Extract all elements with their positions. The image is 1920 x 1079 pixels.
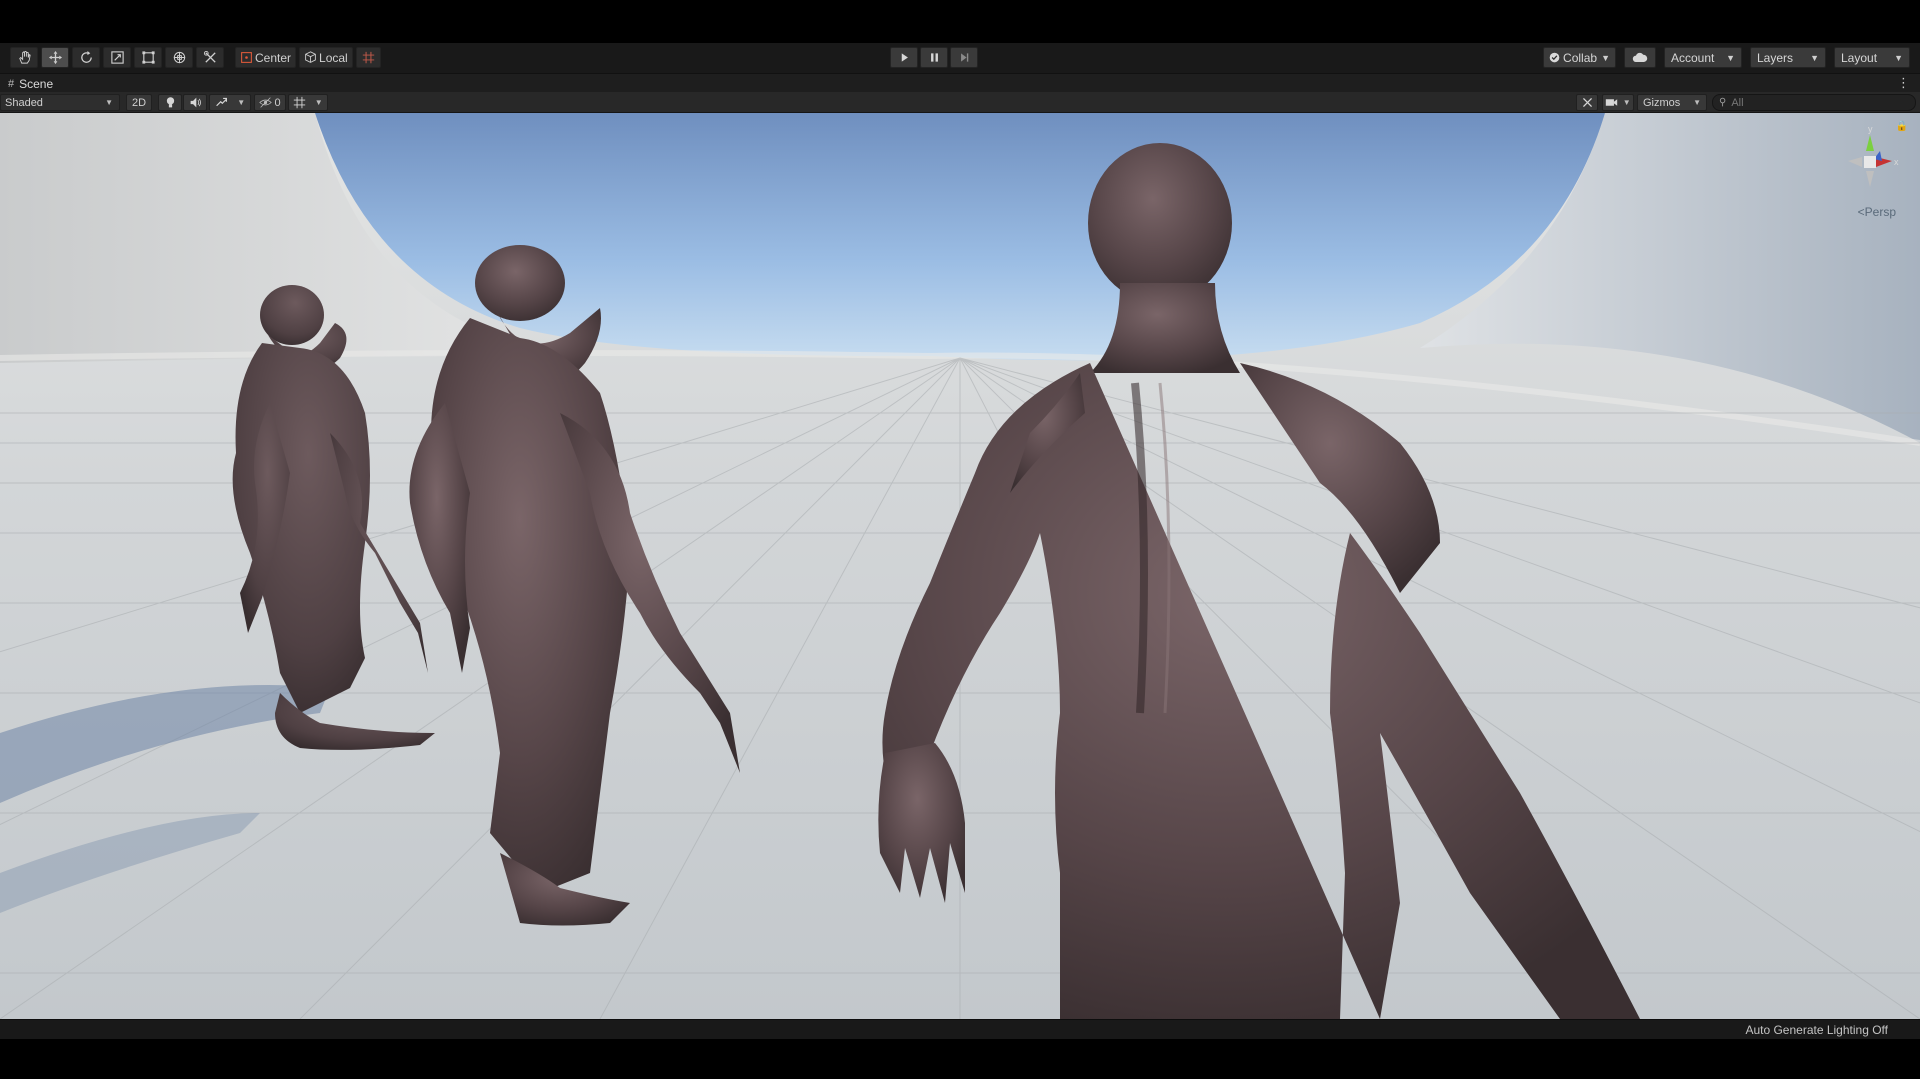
cloud-button[interactable]: [1624, 47, 1656, 68]
effects-icon: [215, 97, 227, 107]
chevron-down-icon: ▼: [1810, 52, 1819, 63]
gizmo-x-label: x: [1894, 157, 1899, 167]
chevron-down-icon: ▼: [1894, 52, 1903, 63]
pause-button[interactable]: [920, 47, 948, 68]
orientation-gizmo[interactable]: y x: [1830, 121, 1910, 213]
scene-render: [0, 113, 1920, 1019]
gizmos-dropdown[interactable]: Gizmos ▼: [1637, 94, 1707, 111]
rotate-tool-icon: [80, 50, 92, 63]
search-placeholder: All: [1731, 96, 1744, 109]
collab-check-icon: [1549, 52, 1560, 63]
tab-scene[interactable]: # Scene: [8, 75, 53, 92]
scene-viewport[interactable]: y x 🔒 <Persp: [0, 113, 1920, 1019]
rotate-tool-button[interactable]: [72, 47, 100, 68]
scene-search-input[interactable]: ⚲ All: [1712, 94, 1916, 111]
scale-tool-button[interactable]: [103, 47, 131, 68]
account-dropdown[interactable]: Account ▼: [1664, 47, 1742, 68]
play-button[interactable]: [890, 47, 918, 68]
scale-tool-icon: [110, 51, 124, 64]
layers-label: Layers: [1757, 50, 1794, 65]
audio-toggle[interactable]: [183, 94, 207, 111]
layers-dropdown[interactable]: Layers ▼: [1750, 47, 1826, 68]
draw-mode-label: Shaded: [5, 96, 43, 109]
main-toolbar: Center Local Collab ▼ Account ▼ Layers ▼…: [0, 43, 1920, 73]
move-tool-icon: [48, 50, 62, 65]
lighting-toggle[interactable]: [158, 94, 182, 111]
move-tool-button[interactable]: [41, 47, 69, 68]
custom-tool-icon: [203, 50, 216, 63]
collab-label: Collab: [1563, 50, 1598, 65]
persp-chevron-icon: <: [1857, 205, 1865, 219]
chevron-down-icon: ▼: [1693, 98, 1701, 107]
camera-dropdown[interactable]: ▼: [1602, 94, 1634, 111]
lighting-status[interactable]: Auto Generate Lighting Off: [1745, 1023, 1888, 1037]
draw-mode-dropdown[interactable]: Shaded ▼: [0, 94, 120, 111]
toggle-2d-label: 2D: [131, 96, 147, 109]
scene-view-toolbar: Shaded ▼ 2D ▼ 0 ▼ ▼ Gizmos ▼ ⚲ All: [0, 92, 1920, 113]
local-cube-icon: [305, 51, 316, 63]
tools-settings-button[interactable]: [1576, 94, 1598, 111]
tools-icon: [1582, 97, 1592, 108]
hidden-count: 0: [274, 96, 281, 109]
pivot-mode-toggle[interactable]: Center: [235, 47, 297, 68]
toggle-2d-button[interactable]: 2D: [126, 94, 152, 111]
play-icon: [901, 53, 908, 62]
step-button[interactable]: [950, 47, 978, 68]
layout-dropdown[interactable]: Layout ▼: [1834, 47, 1910, 68]
rect-tool-icon: [141, 51, 155, 64]
chevron-down-icon: ▼: [1601, 52, 1610, 63]
grid-snap-icon: [362, 51, 374, 64]
hand-tool-icon: [18, 50, 31, 64]
transform-tool-button[interactable]: [165, 47, 193, 68]
playmode-controls: [890, 47, 981, 68]
chevron-down-icon: ▼: [105, 98, 113, 107]
cloud-icon: [1632, 52, 1648, 62]
layout-label: Layout: [1841, 50, 1878, 65]
collab-dropdown[interactable]: Collab ▼: [1543, 47, 1616, 68]
hidden-eye-icon: [259, 97, 273, 108]
chevron-down-icon: ▼: [237, 98, 246, 107]
scene-tab-bar: # Scene ⋮: [0, 73, 1920, 92]
search-icon: ⚲: [1719, 97, 1727, 108]
pivot-rotation-toggle[interactable]: Local: [299, 47, 353, 68]
pivot-rotation-label: Local: [319, 50, 348, 65]
scene-tab-label: Scene: [19, 76, 54, 91]
gizmos-label: Gizmos: [1643, 96, 1681, 109]
status-bar: Auto Generate Lighting Off: [0, 1019, 1920, 1039]
effects-dropdown[interactable]: ▼: [209, 94, 251, 111]
pivot-center-icon: [241, 52, 252, 63]
scene-visibility-toggle[interactable]: 0: [254, 94, 286, 111]
toolbar-right: Collab ▼ Account ▼ Layers ▼ Layout ▼: [1535, 47, 1910, 68]
grid-snap-button[interactable]: [355, 47, 381, 68]
letterbox-top: [0, 0, 1920, 43]
hand-tool-button[interactable]: [10, 47, 38, 68]
grid-dropdown[interactable]: ▼: [288, 94, 328, 111]
transform-tools: Center Local: [10, 47, 384, 68]
projection-label[interactable]: <Persp: [1858, 205, 1896, 219]
pivot-mode-label: Center: [255, 50, 292, 65]
account-label: Account: [1671, 50, 1715, 65]
pause-icon: [930, 53, 938, 62]
chevron-down-icon: ▼: [1726, 52, 1735, 63]
camera-icon: [1606, 99, 1618, 106]
speaker-icon: [190, 97, 201, 108]
lightbulb-icon: [166, 97, 174, 108]
chevron-down-icon: ▼: [314, 98, 323, 107]
letterbox-bottom: [0, 1039, 1920, 1079]
chevron-down-icon: ▼: [1622, 98, 1631, 107]
lock-icon[interactable]: 🔒: [1896, 121, 1908, 132]
gizmo-y-label: y: [1868, 124, 1873, 134]
kebab-menu-icon[interactable]: ⋮: [1897, 74, 1910, 91]
transform-tool-icon: [173, 51, 185, 64]
step-icon: [960, 53, 968, 62]
grid-icon: [294, 96, 306, 109]
scene-hash-icon: #: [8, 77, 15, 90]
persp-text: Persp: [1864, 205, 1896, 219]
custom-tool-button[interactable]: [196, 47, 224, 68]
rect-tool-button[interactable]: [134, 47, 162, 68]
